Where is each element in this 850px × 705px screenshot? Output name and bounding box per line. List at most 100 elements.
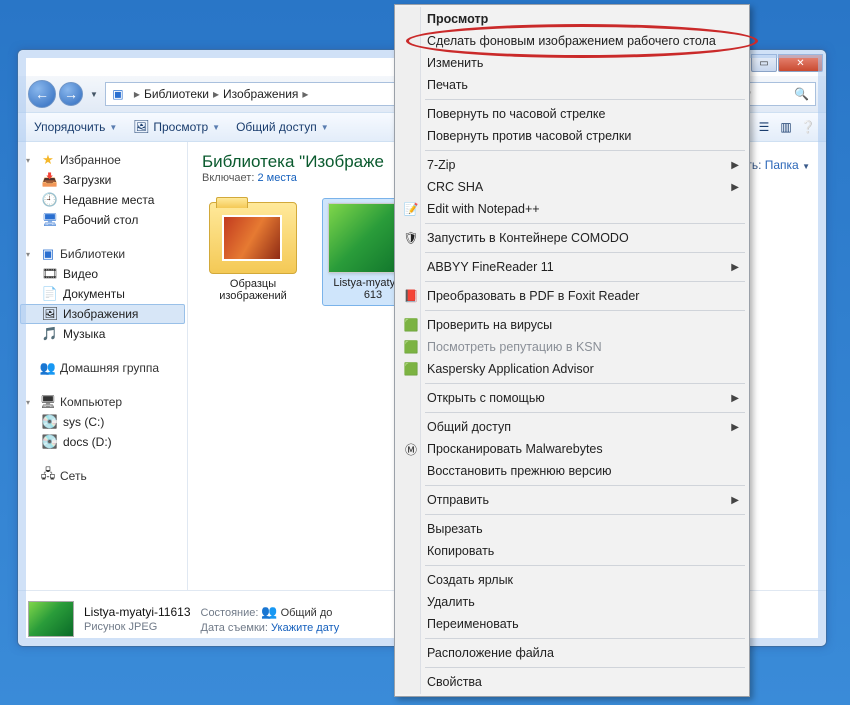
- nav-videos[interactable]: 🎞Видео: [20, 264, 185, 284]
- library-locations-link[interactable]: 2 места: [257, 172, 296, 184]
- foxit-icon: 📕: [403, 288, 419, 304]
- submenu-arrow-icon: ▶: [731, 262, 739, 273]
- context-item[interactable]: 🟩Kaspersky Application Advisor: [397, 358, 747, 380]
- context-item[interactable]: ABBYY FineReader 11 ▶: [397, 256, 747, 278]
- submenu-arrow-icon: ▶: [731, 182, 739, 193]
- context-item[interactable]: Отправить▶: [397, 489, 747, 511]
- context-item[interactable]: Создать ярлык: [397, 569, 747, 591]
- picture-icon: 🖼: [133, 119, 149, 135]
- ksn-icon: 🟩: [403, 339, 419, 355]
- context-item[interactable]: Свойства: [397, 671, 747, 693]
- context-item-label: Запустить в Контейнере COMODO: [427, 231, 629, 245]
- context-menu: Просмотр Сделать фоновым изображением раб…: [394, 4, 750, 697]
- context-item[interactable]: Вырезать: [397, 518, 747, 540]
- share-icon: 👥: [262, 604, 278, 620]
- context-item[interactable]: ⓂПросканировать Malwarebytes: [397, 438, 747, 460]
- folder-sample-pictures[interactable]: Образцы изображений: [202, 198, 304, 306]
- context-item[interactable]: CRC SHA ▶: [397, 176, 747, 198]
- preview-pane-button[interactable]: ▥: [776, 117, 796, 137]
- context-separator: [425, 638, 745, 639]
- context-separator: [425, 281, 745, 282]
- kaspersky-icon: 🟩: [403, 361, 419, 377]
- context-item[interactable]: Сделать фоновым изображением рабочего ст…: [397, 30, 747, 52]
- details-filetype: Рисунок JPEG: [84, 621, 191, 633]
- context-item-label: Изменить: [427, 56, 483, 70]
- context-item[interactable]: Печать: [397, 74, 747, 96]
- computer-header[interactable]: ▾🖥Компьютер: [20, 392, 185, 412]
- context-item[interactable]: Восстановить прежнюю версию: [397, 460, 747, 482]
- help-button[interactable]: ❔: [798, 117, 818, 137]
- chevron-down-icon: ▼: [321, 123, 329, 132]
- context-item[interactable]: 🟩Проверить на вирусы: [397, 314, 747, 336]
- details-thumbnail: [28, 601, 74, 637]
- context-item[interactable]: Общий доступ▶: [397, 416, 747, 438]
- context-item-label: CRC SHA: [427, 180, 483, 194]
- navigation-pane: ▾★Избранное 📥Загрузки 🕘Недавние места 🖥Р…: [18, 142, 188, 590]
- maximize-button[interactable]: ▭: [751, 54, 777, 72]
- context-separator: [425, 485, 745, 486]
- nav-desktop[interactable]: 🖥Рабочий стол: [20, 210, 185, 230]
- nav-drive-c[interactable]: 💽sys (C:): [20, 412, 185, 432]
- context-separator: [425, 383, 745, 384]
- nav-forward-button[interactable]: →: [59, 82, 83, 106]
- context-item[interactable]: 📕 Преобразовать в PDF в Foxit Reader: [397, 285, 747, 307]
- chevron-down-icon: ▼: [109, 123, 117, 132]
- homegroup-icon: 👥: [40, 360, 56, 376]
- libraries-header[interactable]: ▾▣Библиотеки: [20, 244, 185, 264]
- preview-menu[interactable]: 🖼 Просмотр▼: [125, 116, 228, 138]
- context-item-label: Вырезать: [427, 522, 483, 536]
- star-icon: ★: [40, 152, 56, 168]
- context-item[interactable]: 🛡 Запустить в Контейнере COMODO: [397, 227, 747, 249]
- context-item[interactable]: 📝 Edit with Notepad++: [397, 198, 747, 220]
- view-options-button[interactable]: ☰: [754, 117, 774, 137]
- organize-menu[interactable]: Упорядочить▼: [26, 117, 125, 137]
- nav-music[interactable]: 🎵Музыка: [20, 324, 185, 344]
- context-item-label: Открыть с помощью: [427, 391, 545, 405]
- context-item[interactable]: Повернуть против часовой стрелки: [397, 125, 747, 147]
- context-item-label: Edit with Notepad++: [427, 202, 540, 216]
- context-item-label: ABBYY FineReader 11: [427, 260, 554, 274]
- context-item[interactable]: Удалить: [397, 591, 747, 613]
- crumb-sep-icon: ▸: [130, 87, 144, 101]
- favorites-header[interactable]: ▾★Избранное: [20, 150, 185, 170]
- context-item[interactable]: Копировать: [397, 540, 747, 562]
- crumb-pictures[interactable]: Изображения: [223, 87, 298, 101]
- close-button[interactable]: ✕: [778, 54, 823, 72]
- context-item[interactable]: Изменить: [397, 52, 747, 74]
- video-icon: 🎞: [42, 266, 58, 282]
- share-menu[interactable]: Общий доступ▼: [228, 117, 337, 137]
- nav-recent[interactable]: 🕘Недавние места: [20, 190, 185, 210]
- context-item-label: Переименовать: [427, 617, 519, 631]
- context-item-label: Копировать: [427, 544, 494, 558]
- context-item[interactable]: Расположение файла: [397, 642, 747, 664]
- context-item-label: Повернуть по часовой стрелке: [427, 107, 605, 121]
- context-item[interactable]: Повернуть по часовой стрелке: [397, 103, 747, 125]
- context-item-label: 7-Zip: [427, 158, 455, 172]
- context-separator: [425, 667, 745, 668]
- notepad-icon: 📝: [403, 201, 419, 217]
- crumb-libraries[interactable]: Библиотеки: [144, 87, 209, 101]
- nav-back-button[interactable]: ←: [28, 80, 56, 108]
- crumb-sep-icon: ▸: [209, 87, 223, 101]
- submenu-arrow-icon: ▶: [731, 422, 739, 433]
- downloads-icon: 📥: [42, 172, 58, 188]
- details-filename: Listya-myatyi-11613: [84, 605, 191, 619]
- context-separator: [425, 412, 745, 413]
- nav-downloads[interactable]: 📥Загрузки: [20, 170, 185, 190]
- network-header[interactable]: 🖧Сеть: [20, 466, 185, 486]
- nav-history-dropdown[interactable]: ▼: [86, 90, 102, 99]
- nav-pictures[interactable]: 🖼Изображения: [20, 304, 185, 324]
- nav-documents[interactable]: 📄Документы: [20, 284, 185, 304]
- context-item[interactable]: Переименовать: [397, 613, 747, 635]
- comodo-icon: 🛡: [403, 230, 419, 246]
- context-item[interactable]: Просмотр: [397, 8, 747, 30]
- context-separator: [425, 223, 745, 224]
- context-item[interactable]: 7-Zip▶: [397, 154, 747, 176]
- context-item-label: Преобразовать в PDF в Foxit Reader: [427, 289, 639, 303]
- context-item[interactable]: Открыть с помощью▶: [397, 387, 747, 409]
- nav-drive-d[interactable]: 💽docs (D:): [20, 432, 185, 452]
- details-date-link[interactable]: Укажите дату: [271, 622, 339, 634]
- context-item-label: Сделать фоновым изображением рабочего ст…: [427, 34, 716, 48]
- homegroup-header[interactable]: 👥Домашняя группа: [20, 358, 185, 378]
- libraries-icon: ▣: [110, 86, 126, 102]
